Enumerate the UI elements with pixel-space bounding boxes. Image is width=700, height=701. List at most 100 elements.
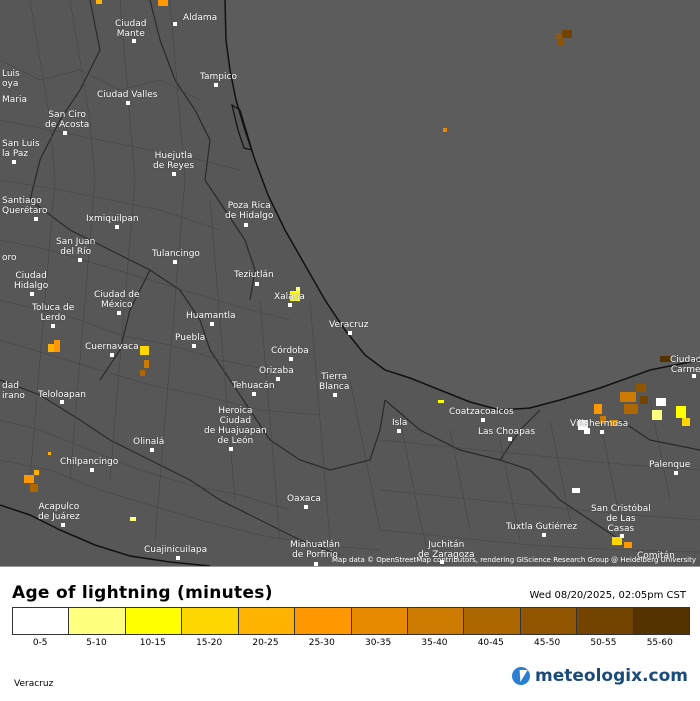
city-label-cuajinicuilapa: Cuajinicuilapa [144,545,208,555]
city-dot [229,447,233,451]
city-dot [397,429,401,433]
city-dot [214,83,218,87]
city-dot [126,101,130,105]
city-dot [117,311,121,315]
brand-logo[interactable]: meteologix.com [512,666,688,686]
city-dot [304,505,308,509]
city-dot [255,282,259,286]
city-label-oaxaca: Oaxaca [287,494,321,504]
city-label-san-ciro: San Ciro de Acosta [45,110,90,130]
city-dot [508,437,512,441]
city-dot [289,357,293,361]
city-label-tierra-blanca: Tierra Blanca [319,372,350,392]
legend-bin-label: 35-40 [421,638,448,648]
city-dot [115,225,119,229]
city-dot [176,556,180,560]
city-label-puebla: Puebla [175,333,206,343]
legend-bin-label: 10-15 [139,638,166,648]
city-label-orizaba: Orizaba [259,366,294,376]
legend-swatch [577,608,634,634]
city-dot [252,392,256,396]
brand-name: meteologix.com [535,666,688,686]
city-label-palenque: Palenque [649,460,691,470]
city-label-ciudad-de-mexico: Ciudad de México [94,290,140,310]
legend-bin-label: 0-5 [32,638,48,648]
city-label-poza-rica: Poza Rica de Hidalgo [225,201,274,221]
timestamp: Wed 08/20/2025, 02:05pm CST [529,590,687,601]
city-dot [210,322,214,326]
city-label-san-luis-la-paz: San Luis la Paz [2,139,40,159]
legend-bin-label: 45-50 [534,638,561,648]
city-dot [172,172,176,176]
city-label-dad-irano: dad irano [2,381,25,401]
city-dot [90,468,94,472]
legend-swatch [520,608,578,634]
city-label-oro: oro [2,253,17,263]
city-label-villahermosa: Villahermosa [570,419,629,429]
city-label-tulancingo: Tulancingo [152,249,200,259]
city-dot [173,260,177,264]
city-label-ixmiquilpan: Ixmiquilpan [86,214,139,224]
city-label-cordoba: Córdoba [271,346,309,356]
legend-bin-label: 5-10 [86,638,107,648]
city-label-teziutlan: Teziutlán [234,270,274,280]
city-dot [192,344,196,348]
city-label-cuernavaca: Cuernavaca [85,342,139,352]
legend-swatch [125,608,183,634]
lightning-map[interactable]: Aldama Ciudad Mante Tampico Luis oya Maria… [0,0,700,566]
legend-bin-label: 55-60 [646,638,673,648]
legend-swatch [295,608,352,634]
city-label-tehuacan: Tehuacán [232,381,275,391]
legend-bin-label: 20-25 [252,638,279,648]
city-dot [63,131,67,135]
region-label: Veracruz [14,679,54,689]
legend-swatch [13,608,70,634]
legend-bin-label: 25-30 [308,638,335,648]
city-dot [620,534,624,538]
city-dot [288,303,292,307]
city-label-las-choapas: Las Choapas [478,427,536,437]
city-dot [60,400,64,404]
city-dot [333,393,337,397]
city-dot [173,22,177,26]
legend-bin-label: 15-20 [196,638,223,648]
city-dot [481,418,485,422]
city-label-san-juan-del-rio: San Juan del Río [56,237,96,257]
city-label-olinala: Olinalá [133,437,165,447]
legend-swatch [182,608,239,634]
city-label-ciudad-del-carmen: Ciudad Carme [670,355,700,375]
city-label-luis-moya: Luis oya [2,69,20,89]
city-label-ciudad-valles: Ciudad Valles [97,90,158,100]
city-dot [674,471,678,475]
city-label-ciudad-hidalgo: Ciudad Hidalgo [14,271,49,291]
legend-swatch [238,608,296,634]
city-label-tampico: Tampico [200,72,237,82]
map-window: Aldama Ciudad Mante Tampico Luis oya Maria… [0,0,700,701]
city-dot [542,533,546,537]
city-label-huejutla: Huejutla de Reyes [153,151,195,171]
city-dot [132,39,136,43]
city-dot [692,374,696,378]
city-dot [600,430,604,434]
city-dot [61,523,65,527]
city-dot [110,353,114,357]
map-attribution: Map data © OpenStreetMap contributors, r… [332,556,696,564]
city-label-acapulco: Acapulco de Juárez [38,502,80,522]
city-label-coatzacoalcos: Coatzacoalcos [449,407,514,417]
city-label-santiago-queretaro: Santiago Querétaro [2,196,48,216]
legend-swatch [407,608,465,634]
city-dot [30,292,34,296]
city-label-aldama: Aldama [183,13,218,23]
color-scale-labels: 0-5 5-10 10-15 15-20 20-25 25-30 30-35 35-40 40-… [12,638,688,648]
city-label-maria: Maria [2,95,27,105]
map-basemap [0,0,700,566]
city-dot [34,217,38,221]
city-label-tuxtla: Tuxtla Gutiérrez [506,522,578,532]
meteologix-logo-icon [512,667,531,685]
city-label-xalapa: Xalapa [274,292,305,302]
legend-swatch [69,608,126,634]
city-label-huamantla: Huamantla [186,311,236,321]
color-scale [12,607,690,635]
city-dot [348,331,352,335]
city-label-teloloapan: Teloloapan [38,390,86,400]
